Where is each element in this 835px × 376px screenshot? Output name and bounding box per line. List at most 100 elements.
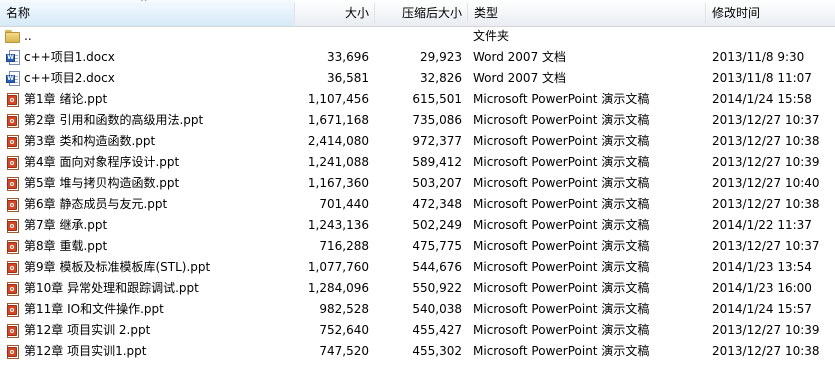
powerpoint-file-icon: [6, 218, 20, 233]
file-type: Word 2007 文档: [473, 71, 567, 85]
file-compressed-size: 502,249: [412, 218, 462, 232]
file-list: .. 文件夹 Wc++项目1.docx 33,696 29,923 Word 2007 文…: [0, 26, 835, 362]
powerpoint-file-icon: [6, 323, 20, 338]
file-modified-date: 2014/1/24 15:57: [712, 302, 812, 316]
file-name: 第9章 模板及标准模板库(STL).ppt: [24, 260, 211, 274]
powerpoint-file-icon: [6, 281, 20, 296]
file-type: Microsoft PowerPoint 演示文稿: [473, 176, 650, 190]
file-row[interactable]: 第10章 异常处理和跟踪调试.ppt 1,284,096 550,922 Micros…: [0, 278, 835, 299]
column-header-name[interactable]: 名称 ^: [0, 0, 295, 26]
file-row[interactable]: Wc++项目2.docx 36,581 32,826 Word 2007 文档 2013…: [0, 68, 835, 89]
file-modified-date: 2013/11/8 9:30: [712, 50, 805, 64]
file-compressed-size: 544,676: [412, 260, 462, 274]
powerpoint-file-icon: [6, 344, 20, 359]
file-type: Word 2007 文档: [473, 50, 567, 64]
file-type: Microsoft PowerPoint 演示文稿: [473, 239, 650, 253]
file-modified-date: 2014/1/24 15:58: [712, 92, 812, 106]
file-row[interactable]: 第6章 静态成员与友元.ppt 701,440 472,348 Microsoft P…: [0, 194, 835, 215]
powerpoint-file-icon: [6, 260, 20, 275]
file-size: 716,288: [319, 239, 369, 253]
file-size: 1,243,136: [307, 218, 369, 232]
file-compressed-size: 550,922: [412, 281, 462, 295]
file-compressed-size: 475,775: [412, 239, 462, 253]
file-compressed-size: 29,923: [420, 50, 462, 64]
column-header-type[interactable]: 类型: [468, 0, 706, 26]
file-size: 982,528: [319, 302, 369, 316]
file-row[interactable]: 第5章 堆与拷贝构造函数.ppt 1,167,360 503,207 Microsof…: [0, 173, 835, 194]
powerpoint-file-icon: [6, 155, 20, 170]
file-row[interactable]: 第11章 IO和文件操作.ppt 982,528 540,038 Microsoft …: [0, 299, 835, 320]
column-header-modified[interactable]: 修改时间: [706, 0, 835, 26]
powerpoint-file-icon: [6, 134, 20, 149]
file-name: 第12章 项目实训 2.ppt: [24, 323, 151, 337]
word-document-icon: W: [6, 50, 20, 65]
column-header-compressed-size[interactable]: 压缩后大小: [375, 0, 468, 26]
file-size: 1,107,456: [307, 92, 369, 106]
file-type: 文件夹: [473, 29, 510, 43]
file-modified-date: 2014/1/23 16:00: [712, 281, 812, 295]
column-header-name-label: 名称: [6, 6, 31, 20]
file-name: 第3章 类和构造函数.ppt: [24, 134, 156, 148]
powerpoint-file-icon: [6, 197, 20, 212]
file-size: 36,581: [327, 71, 369, 85]
file-name: c++项目1.docx: [24, 50, 115, 64]
file-row[interactable]: 第3章 类和构造函数.ppt 2,414,080 972,377 Microsoft …: [0, 131, 835, 152]
file-modified-date: 2013/12/27 10:37: [712, 113, 820, 127]
file-row[interactable]: 第9章 模板及标准模板库(STL).ppt 1,077,760 544,676 Mic…: [0, 257, 835, 278]
file-modified-date: 2013/12/27 10:39: [712, 323, 820, 337]
file-name: 第11章 IO和文件操作.ppt: [24, 302, 164, 316]
file-name: c++项目2.docx: [24, 71, 115, 85]
file-row[interactable]: 第4章 面向对象程序设计.ppt 1,241,088 589,412 Microsof…: [0, 152, 835, 173]
file-type: Microsoft PowerPoint 演示文稿: [473, 155, 650, 169]
file-row[interactable]: 第8章 重载.ppt 716,288 475,775 Microsoft PowerP…: [0, 236, 835, 257]
word-document-icon: W: [6, 71, 20, 86]
file-size: [300, 26, 369, 47]
powerpoint-file-icon: [6, 239, 20, 254]
file-type: Microsoft PowerPoint 演示文稿: [473, 344, 650, 358]
column-header-type-label: 类型: [474, 6, 499, 20]
file-size: 33,696: [327, 50, 369, 64]
file-type: Microsoft PowerPoint 演示文稿: [473, 323, 650, 337]
powerpoint-file-icon: [6, 302, 20, 317]
file-compressed-size: 972,377: [412, 134, 462, 148]
file-compressed-size: 32,826: [420, 71, 462, 85]
file-row[interactable]: 第1章 绪论.ppt 1,107,456 615,501 Microsoft Powe…: [0, 89, 835, 110]
file-type: Microsoft PowerPoint 演示文稿: [473, 281, 650, 295]
file-modified-date: 2013/12/27 10:40: [712, 176, 820, 190]
file-row[interactable]: 第12章 项目实训 2.ppt 752,640 455,427 Microsoft P…: [0, 320, 835, 341]
file-size: 1,077,760: [307, 260, 369, 274]
file-compressed-size: 503,207: [412, 176, 462, 190]
file-name: 第6章 静态成员与友元.ppt: [24, 197, 168, 211]
file-row[interactable]: 第7章 继承.ppt 1,243,136 502,249 Microsoft Powe…: [0, 215, 835, 236]
file-size: 1,241,088: [307, 155, 369, 169]
file-name: 第12章 项目实训1.ppt: [24, 344, 147, 358]
file-row[interactable]: 第12章 项目实训1.ppt 747,520 455,302 Microsoft Po…: [0, 341, 835, 362]
file-name: 第8章 重载.ppt: [24, 239, 108, 253]
file-size: 701,440: [319, 197, 369, 211]
column-header-modified-label: 修改时间: [712, 6, 761, 20]
powerpoint-file-icon: [6, 113, 20, 128]
file-compressed-size: 615,501: [412, 92, 462, 106]
file-size: 752,640: [319, 323, 369, 337]
file-row[interactable]: Wc++项目1.docx 33,696 29,923 Word 2007 文档 2013…: [0, 47, 835, 68]
file-compressed-size: 540,038: [412, 302, 462, 316]
file-row[interactable]: 第2章 引用和函数的高级用法.ppt 1,671,168 735,086 Micros…: [0, 110, 835, 131]
folder-up-icon: [5, 30, 20, 43]
file-modified-date: 2013/12/27 10:39: [712, 155, 820, 169]
file-modified-date: 2014/1/23 13:54: [712, 260, 812, 274]
file-type: Microsoft PowerPoint 演示文稿: [473, 197, 650, 211]
file-type: Microsoft PowerPoint 演示文稿: [473, 260, 650, 274]
file-size: 1,167,360: [307, 176, 369, 190]
file-compressed-size: 735,086: [412, 113, 462, 127]
sort-ascending-icon: ^: [140, 0, 148, 8]
file-type: Microsoft PowerPoint 演示文稿: [473, 92, 650, 106]
column-header-size[interactable]: 大小: [295, 0, 375, 26]
file-row[interactable]: .. 文件夹: [0, 26, 835, 47]
file-compressed-size: 455,427: [412, 323, 462, 337]
powerpoint-file-icon: [6, 176, 20, 191]
file-name: 第5章 堆与拷贝构造函数.ppt: [24, 176, 180, 190]
file-compressed-size: 589,412: [412, 155, 462, 169]
file-modified-date: 2013/12/27 10:38: [712, 197, 820, 211]
file-name: 第4章 面向对象程序设计.ppt: [24, 155, 180, 169]
file-modified-date: 2014/1/22 11:37: [712, 218, 812, 232]
